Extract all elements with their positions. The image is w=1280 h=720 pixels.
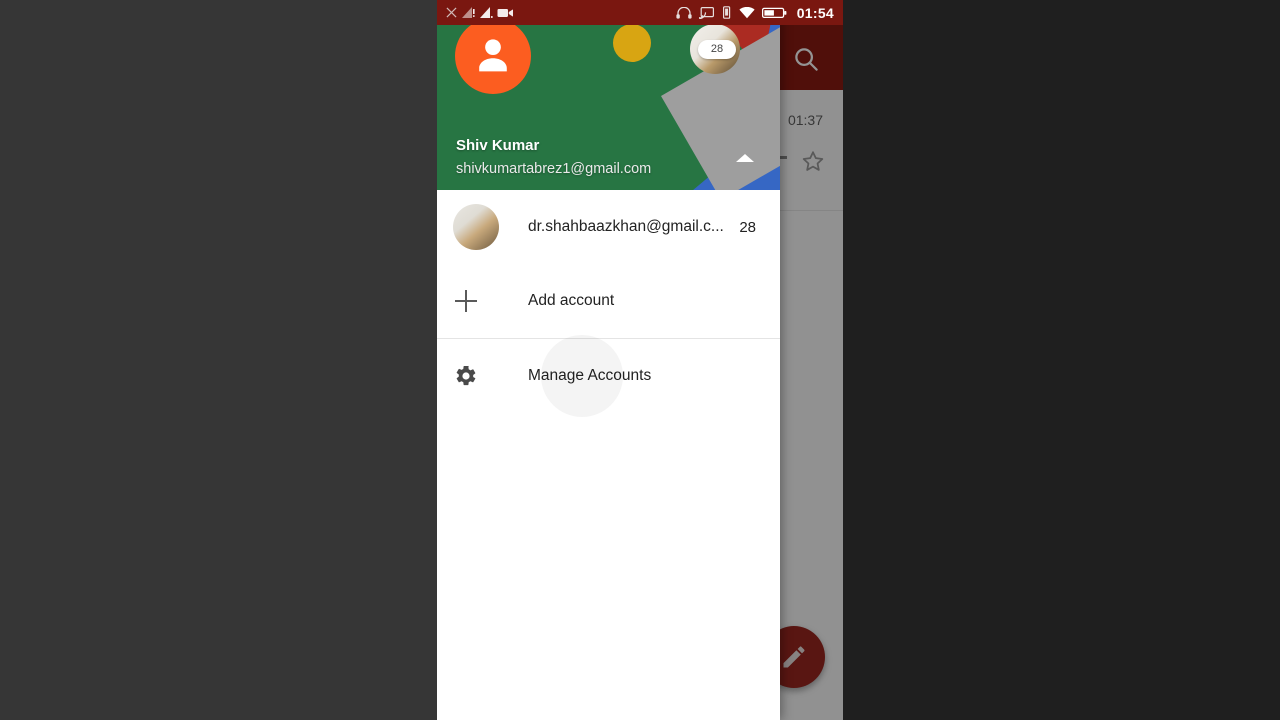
list-item-manage-accounts[interactable]: Manage Accounts <box>437 335 780 417</box>
drawer-account-list: dr.shahbaazkhan@gmail.c... 28 Add accoun… <box>437 190 780 417</box>
list-item-label: Add account <box>528 292 615 309</box>
list-item-label: dr.shahbaazkhan@gmail.c... <box>528 218 724 235</box>
status-bar-left-icons <box>437 6 514 19</box>
list-item-add-account[interactable]: Add account <box>437 264 780 338</box>
cast-icon <box>698 6 714 19</box>
status-bar-clock: 01:54 <box>796 4 834 21</box>
active-account-name: Shiv Kumar <box>456 137 540 154</box>
status-bar: 01:54 <box>437 0 843 25</box>
list-item-account[interactable]: dr.shahbaazkhan@gmail.c... 28 <box>437 190 780 264</box>
background-right-letterbox <box>843 0 1280 720</box>
header-shape-yellow <box>613 24 651 62</box>
status-bar-right-icons: 01:54 <box>676 5 843 21</box>
screenshot-stage: Add acc Manage 01:37 <box>0 0 1280 720</box>
drawer-header: 28 Shiv Kumar shivkumartabrez1@gmail.com <box>437 0 780 190</box>
gear-icon <box>453 364 499 388</box>
headphones-icon <box>676 6 692 19</box>
video-camera-icon <box>497 8 513 17</box>
vibrate-icon <box>722 6 730 19</box>
active-account-avatar[interactable] <box>455 18 531 94</box>
active-account-email: shivkumartabrez1@gmail.com <box>456 161 652 177</box>
account-switcher-drawer: 28 Shiv Kumar shivkumartabrez1@gmail.com… <box>437 0 780 720</box>
plus-icon <box>453 290 499 312</box>
photo-avatar <box>453 204 499 250</box>
list-item-unread-count: 28 <box>739 218 756 236</box>
wifi-icon <box>739 6 755 18</box>
signal-bars-icon <box>480 7 493 18</box>
close-x-icon <box>446 7 457 18</box>
secondary-account-badge: 28 <box>698 40 736 59</box>
list-item-label: Manage Accounts <box>528 367 652 384</box>
battery-icon <box>761 7 787 18</box>
chevron-up-icon[interactable] <box>736 154 754 162</box>
phone-screen: 01:37 28 Shiv Kumar shivkumartabrez1@gma… <box>437 0 843 720</box>
signal-alert-icon <box>462 7 475 18</box>
